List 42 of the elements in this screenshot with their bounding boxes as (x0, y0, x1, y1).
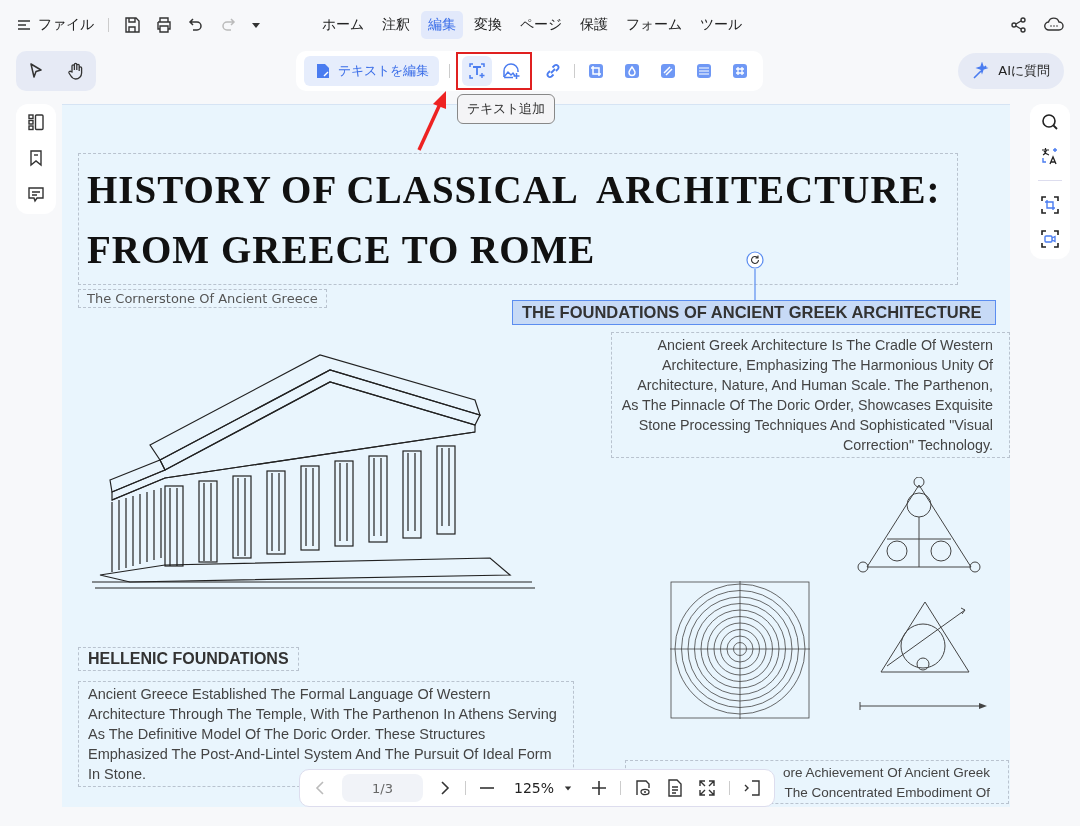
tooltip: テキスト追加 (457, 94, 555, 124)
add-image-icon (502, 62, 520, 80)
save-icon[interactable] (123, 16, 141, 34)
share-icon[interactable] (1010, 16, 1028, 34)
crop-icon (587, 62, 605, 80)
crop-frame-icon[interactable] (1040, 195, 1060, 215)
caret-icon (564, 784, 573, 792)
file-menu-button[interactable]: ファイル (16, 16, 94, 34)
fullscreen-icon[interactable] (697, 778, 718, 798)
search-icon[interactable] (1040, 112, 1060, 132)
zoom-in-icon[interactable] (590, 779, 609, 797)
ai-button[interactable]: AIに質問 (958, 53, 1064, 89)
section-heading: HELLENIC FOUNDATIONS (78, 647, 299, 671)
dropdown-icon[interactable] (251, 20, 261, 30)
menu-tab[interactable]: 変換 (467, 11, 509, 39)
menu-tab[interactable]: フォーム (619, 11, 689, 39)
add-text-icon (468, 62, 486, 80)
drop-icon (623, 62, 641, 80)
thumbnails-icon[interactable] (26, 112, 46, 132)
menu-tab[interactable]: ホーム (315, 11, 371, 39)
undo-icon[interactable] (187, 16, 205, 34)
add-text-button[interactable] (462, 56, 492, 86)
hash-icon (731, 62, 749, 80)
section-heading: THE FOUNDATIONS OF ANCIENT GREEK ARCHITECTURE (512, 300, 996, 325)
menu-icon (16, 17, 32, 33)
menu-tab[interactable]: 編集 (421, 11, 463, 39)
stripes-icon (659, 62, 677, 80)
link-icon (544, 62, 562, 80)
print-icon[interactable] (155, 16, 173, 34)
screen-record-icon[interactable] (1040, 229, 1060, 249)
translate-icon[interactable] (1040, 146, 1060, 166)
menu-tab[interactable]: 保護 (573, 11, 615, 39)
edit-document-icon (314, 62, 332, 80)
exit-icon[interactable] (742, 778, 762, 798)
menu-tab[interactable]: ページ (513, 11, 569, 39)
lines-icon (695, 62, 713, 80)
edit-text-button[interactable]: テキストを編集 (304, 56, 439, 86)
menu-tab[interactable]: ツール (693, 11, 749, 39)
menu-tab[interactable]: 注釈 (375, 11, 417, 39)
comment-icon[interactable] (26, 184, 46, 204)
subtitle: The Cornerstone Of Ancient Greece (78, 289, 327, 308)
paragraph: Ancient Greek Architecture Is The Cradle Of Western Architecture, Emphasizing The Harmonious Unity Of Architecture, Nature, And Human Scale. The Parthenon, As The Pinnacle Of The Doric Order, Showcases Exquisite Stone Processing Techniques And Sophisticated "Visual Correction" Technology. (611, 332, 1010, 458)
